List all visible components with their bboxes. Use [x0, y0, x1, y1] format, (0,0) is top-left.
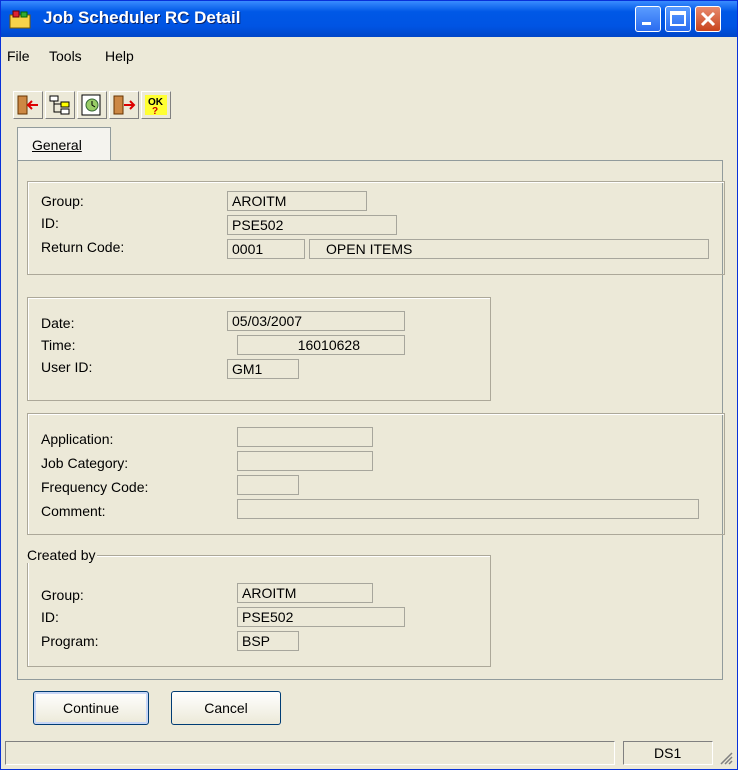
- tab-general[interactable]: General: [17, 127, 111, 161]
- close-button[interactable]: [695, 6, 721, 32]
- status-bar: DS1: [1, 737, 737, 769]
- tab-general-label: General: [32, 137, 82, 153]
- close-icon: [700, 11, 716, 27]
- created-id-field: PSE502: [237, 607, 405, 627]
- group-field: AROITM: [227, 191, 367, 211]
- created-id-label: ID:: [41, 609, 59, 625]
- frequency-code-label: Frequency Code:: [41, 479, 149, 495]
- return-code-label: Return Code:: [41, 239, 125, 255]
- svg-text:?: ?: [152, 106, 158, 117]
- user-id-field: GM1: [227, 359, 299, 379]
- status-panel-main: [5, 741, 615, 765]
- run-icon: [113, 95, 136, 115]
- return-code-description: OPEN ITEMS: [309, 239, 709, 259]
- resize-grip-icon[interactable]: [717, 749, 733, 765]
- application-field: [237, 427, 373, 447]
- group-label: Group:: [41, 193, 84, 209]
- comment-label: Comment:: [41, 503, 106, 519]
- minimize-icon: [642, 22, 651, 25]
- toolbar: OK?: [13, 91, 213, 119]
- user-id-label: User ID:: [41, 359, 93, 375]
- maximize-icon: [670, 11, 686, 26]
- minimize-button[interactable]: [635, 6, 661, 32]
- exit-icon: [17, 95, 38, 115]
- ok-help-button[interactable]: OK?: [141, 91, 171, 119]
- schedule-button[interactable]: [77, 91, 107, 119]
- program-label: Program:: [41, 633, 99, 649]
- schedule-icon: [81, 94, 101, 116]
- job-category-field: [237, 451, 373, 471]
- continue-button[interactable]: Continue: [33, 691, 149, 725]
- date-label: Date:: [41, 315, 75, 331]
- return-code-field: 0001: [227, 239, 305, 259]
- program-field: BSP: [237, 631, 299, 651]
- frequency-code-field: [237, 475, 299, 495]
- id-field: PSE502: [227, 215, 397, 235]
- id-label: ID:: [41, 215, 59, 231]
- menu-tools[interactable]: Tools: [49, 48, 82, 64]
- application-label: Application:: [41, 431, 114, 447]
- created-group-label: Group:: [41, 587, 84, 603]
- app-icon: [9, 10, 31, 29]
- menu-help[interactable]: Help: [105, 48, 134, 64]
- menu-bar: File Tools Help: [1, 48, 737, 70]
- window-title: Job Scheduler RC Detail: [43, 8, 241, 27]
- created-by-legend: Created by: [25, 547, 98, 563]
- created-group-field: AROITM: [237, 583, 373, 603]
- title-bar[interactable]: Job Scheduler RC Detail: [1, 1, 737, 37]
- exit-button[interactable]: [13, 91, 43, 119]
- ok-help-icon: OK?: [145, 95, 167, 117]
- app-window: Job Scheduler RC Detail File Tools Help …: [0, 0, 738, 770]
- status-panel-ds: DS1: [623, 741, 713, 765]
- tree-icon: [49, 95, 70, 115]
- time-field: 16010628: [237, 335, 405, 355]
- maximize-button[interactable]: [665, 6, 691, 32]
- tree-button[interactable]: [45, 91, 75, 119]
- run-button[interactable]: [109, 91, 139, 119]
- menu-file[interactable]: File: [7, 48, 30, 64]
- cancel-button[interactable]: Cancel: [171, 691, 281, 725]
- comment-field: [237, 499, 699, 519]
- job-category-label: Job Category:: [41, 455, 129, 471]
- date-field: 05/03/2007: [227, 311, 405, 331]
- time-label: Time:: [41, 337, 76, 353]
